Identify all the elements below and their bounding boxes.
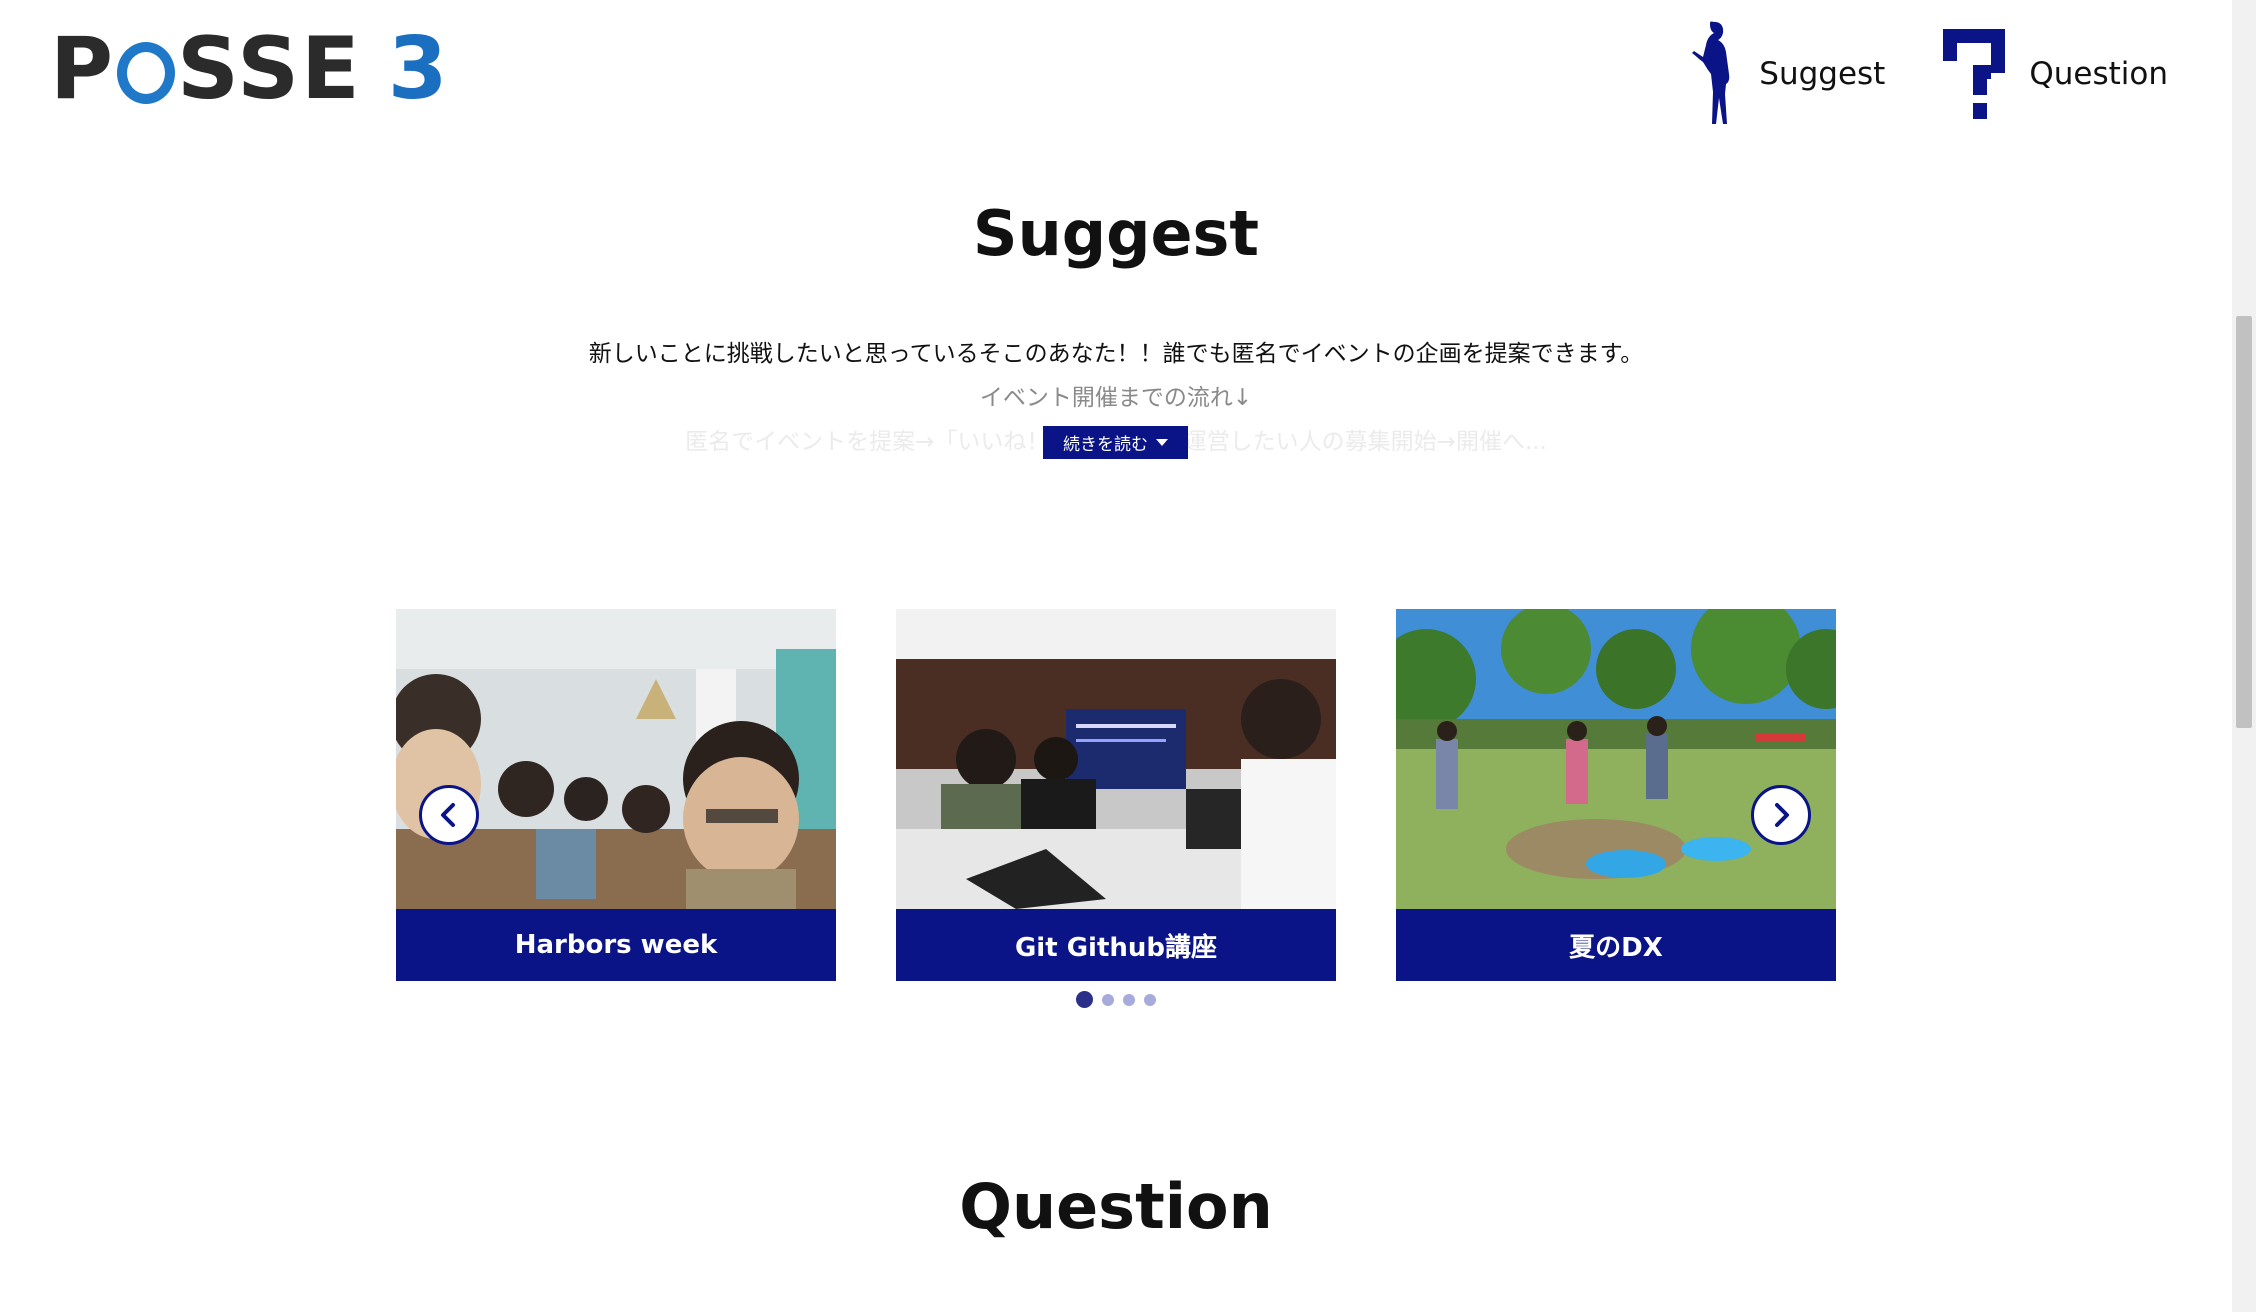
nav-question-label: Question [2029, 56, 2168, 92]
chevron-left-icon [441, 803, 455, 827]
caret-down-icon [1156, 439, 1168, 446]
nav-suggest-label: Suggest [1759, 56, 1886, 92]
event-card[interactable]: Git Github講座 [896, 609, 1336, 981]
logo-ring-icon [117, 42, 176, 104]
carousel-pagination [1076, 991, 1165, 1008]
carousel-dot-1[interactable] [1076, 991, 1093, 1008]
carousel-dot-2[interactable] [1102, 993, 1114, 1006]
event-photo-group-dinner [396, 609, 836, 909]
posse-logo[interactable]: P SSE 3 [50, 26, 448, 112]
suggest-description: 新しいことに挑戦したいと思っているそこのあなた！！誰でも匿名でイベントの企画を提… [588, 341, 1644, 367]
silhouette-icon [1689, 20, 1737, 128]
carousel-prev-button[interactable] [419, 785, 479, 845]
carousel-next-button[interactable] [1751, 785, 1811, 845]
question-title: Question [959, 1170, 1273, 1243]
logo-text-sse: SSE [177, 19, 362, 119]
scrollbar-thumb[interactable] [2236, 316, 2252, 728]
event-photo-water-fight [1396, 609, 1836, 909]
top-nav: Suggest Question [1689, 20, 2168, 128]
event-card-caption: 夏のDX [1396, 909, 1836, 981]
suggest-flow-heading: イベント開催までの流れ↓ [979, 385, 1253, 411]
event-card-caption: Git Github講座 [896, 909, 1336, 981]
read-more-label: 続きを読む [1063, 435, 1148, 455]
page-scrollbar[interactable] [2232, 0, 2256, 1312]
event-card-caption: Harbors week [396, 909, 836, 981]
nav-suggest[interactable]: Suggest [1689, 20, 1885, 128]
carousel-dot-4[interactable] [1144, 993, 1156, 1006]
carousel-dot-3[interactable] [1123, 993, 1135, 1006]
logo-text-posse: P [50, 19, 116, 119]
event-photo-classroom [896, 609, 1336, 909]
logo-number: 3 [387, 19, 448, 119]
chevron-right-icon [1775, 803, 1789, 827]
suggest-title: Suggest [972, 197, 1260, 270]
read-more-button[interactable]: 続きを読む [1043, 426, 1188, 459]
question-mark-icon [1943, 29, 2006, 119]
nav-question[interactable]: Question [1943, 29, 2168, 119]
